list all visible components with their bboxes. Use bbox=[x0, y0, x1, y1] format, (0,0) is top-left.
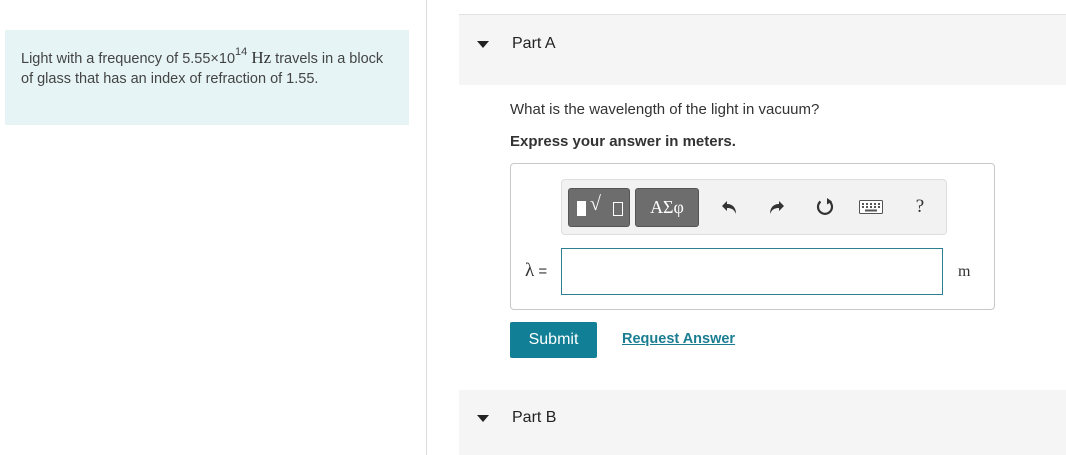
problem-exponent: 14 bbox=[235, 46, 248, 59]
collapse-caret-icon[interactable] bbox=[477, 415, 489, 422]
panel-divider bbox=[426, 0, 427, 455]
submit-button[interactable]: Submit bbox=[510, 322, 597, 358]
help-button[interactable]: ? bbox=[907, 194, 933, 220]
equals-sign: = bbox=[534, 263, 548, 280]
answer-instruction: Express your answer in meters. bbox=[510, 133, 736, 150]
answer-input[interactable] bbox=[561, 248, 943, 295]
templates-button[interactable]: √ bbox=[568, 188, 630, 227]
symbols-button[interactable]: ΑΣφ bbox=[635, 188, 699, 227]
box-icon bbox=[613, 202, 623, 216]
part-b-title: Part B bbox=[512, 409, 557, 426]
sqrt-icon: √ bbox=[590, 193, 601, 215]
lambda-symbol: λ bbox=[525, 260, 535, 281]
answer-box: √ ΑΣφ ? λ = m bbox=[510, 163, 995, 310]
part-b-header[interactable]: Part B bbox=[459, 390, 1066, 455]
answer-label: λ = bbox=[525, 260, 547, 282]
problem-statement: Light with a frequency of 5.55×1014 Hz t… bbox=[5, 30, 409, 125]
undo-icon[interactable] bbox=[717, 194, 743, 220]
problem-text-before: Light with a frequency of 5.55×10 bbox=[21, 51, 236, 67]
answer-unit: m bbox=[958, 263, 971, 280]
math-toolbar: √ ΑΣφ ? bbox=[561, 179, 947, 235]
part-a-header[interactable]: Part A bbox=[459, 14, 1066, 85]
redo-icon[interactable] bbox=[763, 194, 789, 220]
page: Light with a frequency of 5.55×1014 Hz t… bbox=[0, 0, 1066, 455]
templates-icon bbox=[577, 201, 586, 216]
keyboard-icon[interactable] bbox=[858, 194, 884, 220]
question-text: What is the wavelength of the light in v… bbox=[510, 101, 820, 118]
problem-unit: Hz bbox=[251, 48, 272, 67]
collapse-caret-icon[interactable] bbox=[477, 41, 489, 48]
reset-icon[interactable] bbox=[812, 194, 838, 220]
part-a-title: Part A bbox=[512, 35, 556, 52]
request-answer-link[interactable]: Request Answer bbox=[622, 331, 735, 347]
